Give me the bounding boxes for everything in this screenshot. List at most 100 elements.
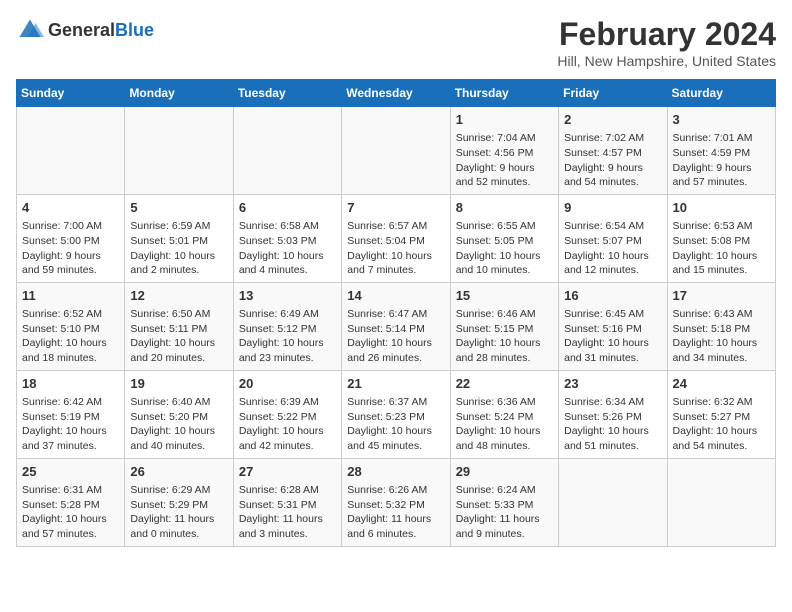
header-row: SundayMondayTuesdayWednesdayThursdayFrid… [17,80,776,107]
day-detail: Sunrise: 6:57 AMSunset: 5:04 PMDaylight:… [347,219,444,278]
day-number: 17 [673,287,770,305]
day-detail: Sunrise: 6:59 AMSunset: 5:01 PMDaylight:… [130,219,227,278]
calendar-cell: 26Sunrise: 6:29 AMSunset: 5:29 PMDayligh… [125,458,233,546]
col-header-friday: Friday [559,80,667,107]
day-detail: Sunrise: 6:39 AMSunset: 5:22 PMDaylight:… [239,395,336,454]
day-detail: Sunrise: 7:02 AMSunset: 4:57 PMDaylight:… [564,131,661,190]
page-header: General Blue February 2024 Hill, New Ham… [16,16,776,69]
calendar-table: SundayMondayTuesdayWednesdayThursdayFrid… [16,79,776,547]
subtitle: Hill, New Hampshire, United States [557,53,776,69]
calendar-cell: 23Sunrise: 6:34 AMSunset: 5:26 PMDayligh… [559,370,667,458]
calendar-cell [559,458,667,546]
day-number: 3 [673,111,770,129]
day-number: 5 [130,199,227,217]
day-number: 22 [456,375,553,393]
col-header-thursday: Thursday [450,80,558,107]
day-number: 15 [456,287,553,305]
calendar-cell: 12 Sunrise: 6:50 AMSunset: 5:11 PMDayligh… [125,282,233,370]
calendar-cell: 15 Sunrise: 6:46 AMSunset: 5:15 PMDayligh… [450,282,558,370]
day-detail: Sunrise: 6:31 AMSunset: 5:28 PMDaylight:… [22,483,119,542]
day-number: 20 [239,375,336,393]
day-detail: Sunrise: 6:32 AMSunset: 5:27 PMDaylight:… [673,395,770,454]
day-detail: Sunrise: 6:54 AMSunset: 5:07 PMDaylight:… [564,219,661,278]
logo-blue: Blue [115,20,154,41]
calendar-cell: 16 Sunrise: 6:45 AMSunset: 5:16 PMDayligh… [559,282,667,370]
day-detail: Sunrise: 6:58 AMSunset: 5:03 PMDaylight:… [239,219,336,278]
week-row-2: 4Sunrise: 7:00 AMSunset: 5:00 PMDaylight… [17,194,776,282]
col-header-saturday: Saturday [667,80,775,107]
day-detail: Sunrise: 6:50 AMSunset: 5:11 PMDaylight:… [130,307,227,366]
calendar-cell [125,107,233,195]
day-number: 14 [347,287,444,305]
day-number: 24 [673,375,770,393]
calendar-cell: 7 Sunrise: 6:57 AMSunset: 5:04 PMDaylight… [342,194,450,282]
day-number: 13 [239,287,336,305]
main-title: February 2024 [557,16,776,53]
calendar-cell: 17 Sunrise: 6:43 AMSunset: 5:18 PMDayligh… [667,282,775,370]
logo: General Blue [16,16,154,44]
day-detail: Sunrise: 6:43 AMSunset: 5:18 PMDaylight:… [673,307,770,366]
calendar-cell: 8 Sunrise: 6:55 AMSunset: 5:05 PMDaylight… [450,194,558,282]
calendar-cell: 10Sunrise: 6:53 AMSunset: 5:08 PMDayligh… [667,194,775,282]
calendar-cell: 19Sunrise: 6:40 AMSunset: 5:20 PMDayligh… [125,370,233,458]
calendar-cell [233,107,341,195]
calendar-cell: 18 Sunrise: 6:42 AMSunset: 5:19 PMDayligh… [17,370,125,458]
day-detail: Sunrise: 6:28 AMSunset: 5:31 PMDaylight:… [239,483,336,542]
day-detail: Sunrise: 6:55 AMSunset: 5:05 PMDaylight:… [456,219,553,278]
day-detail: Sunrise: 6:26 AMSunset: 5:32 PMDaylight:… [347,483,444,542]
calendar-cell: 22Sunrise: 6:36 AMSunset: 5:24 PMDayligh… [450,370,558,458]
week-row-1: 1 Sunrise: 7:04 AMSunset: 4:56 PMDaylight… [17,107,776,195]
day-number: 21 [347,375,444,393]
col-header-wednesday: Wednesday [342,80,450,107]
day-number: 18 [22,375,119,393]
calendar-cell: 25 Sunrise: 6:31 AMSunset: 5:28 PMDayligh… [17,458,125,546]
col-header-monday: Monday [125,80,233,107]
day-number: 9 [564,199,661,217]
calendar-cell: 5 Sunrise: 6:59 AMSunset: 5:01 PMDaylight… [125,194,233,282]
week-row-4: 18 Sunrise: 6:42 AMSunset: 5:19 PMDayligh… [17,370,776,458]
week-row-5: 25 Sunrise: 6:31 AMSunset: 5:28 PMDayligh… [17,458,776,546]
calendar-cell: 20 Sunrise: 6:39 AMSunset: 5:22 PMDayligh… [233,370,341,458]
day-number: 27 [239,463,336,481]
day-detail: Sunrise: 7:01 AMSunset: 4:59 PMDaylight:… [673,131,770,190]
day-number: 29 [456,463,553,481]
logo-icon [16,16,44,44]
calendar-cell [17,107,125,195]
day-number: 1 [456,111,553,129]
day-detail: Sunrise: 6:47 AMSunset: 5:14 PMDaylight:… [347,307,444,366]
day-number: 12 [130,287,227,305]
col-header-tuesday: Tuesday [233,80,341,107]
day-number: 8 [456,199,553,217]
day-detail: Sunrise: 6:45 AMSunset: 5:16 PMDaylight:… [564,307,661,366]
calendar-cell: 6Sunrise: 6:58 AMSunset: 5:03 PMDaylight… [233,194,341,282]
day-number: 16 [564,287,661,305]
day-detail: Sunrise: 6:53 AMSunset: 5:08 PMDaylight:… [673,219,770,278]
day-detail: Sunrise: 6:34 AMSunset: 5:26 PMDaylight:… [564,395,661,454]
day-detail: Sunrise: 6:46 AMSunset: 5:15 PMDaylight:… [456,307,553,366]
calendar-cell: 27 Sunrise: 6:28 AMSunset: 5:31 PMDayligh… [233,458,341,546]
logo-text: General Blue [48,20,154,41]
calendar-cell: 11Sunrise: 6:52 AMSunset: 5:10 PMDayligh… [17,282,125,370]
day-number: 2 [564,111,661,129]
calendar-cell: 2 Sunrise: 7:02 AMSunset: 4:57 PMDaylight… [559,107,667,195]
day-number: 11 [22,287,119,305]
day-detail: Sunrise: 7:00 AMSunset: 5:00 PMDaylight:… [22,219,119,278]
calendar-cell: 1 Sunrise: 7:04 AMSunset: 4:56 PMDaylight… [450,107,558,195]
day-number: 26 [130,463,227,481]
day-number: 28 [347,463,444,481]
calendar-cell: 14 Sunrise: 6:47 AMSunset: 5:14 PMDayligh… [342,282,450,370]
title-block: February 2024 Hill, New Hampshire, Unite… [557,16,776,69]
day-detail: Sunrise: 6:42 AMSunset: 5:19 PMDaylight:… [22,395,119,454]
day-detail: Sunrise: 6:24 AMSunset: 5:33 PMDaylight:… [456,483,553,542]
calendar-cell [667,458,775,546]
day-number: 25 [22,463,119,481]
calendar-cell: 29 Sunrise: 6:24 AMSunset: 5:33 PMDayligh… [450,458,558,546]
logo-general: General [48,20,115,41]
calendar-cell: 28 Sunrise: 6:26 AMSunset: 5:32 PMDayligh… [342,458,450,546]
day-detail: Sunrise: 6:49 AMSunset: 5:12 PMDaylight:… [239,307,336,366]
calendar-cell: 9 Sunrise: 6:54 AMSunset: 5:07 PMDaylight… [559,194,667,282]
day-number: 7 [347,199,444,217]
calendar-cell [342,107,450,195]
day-number: 19 [130,375,227,393]
day-detail: Sunrise: 7:04 AMSunset: 4:56 PMDaylight:… [456,131,553,190]
